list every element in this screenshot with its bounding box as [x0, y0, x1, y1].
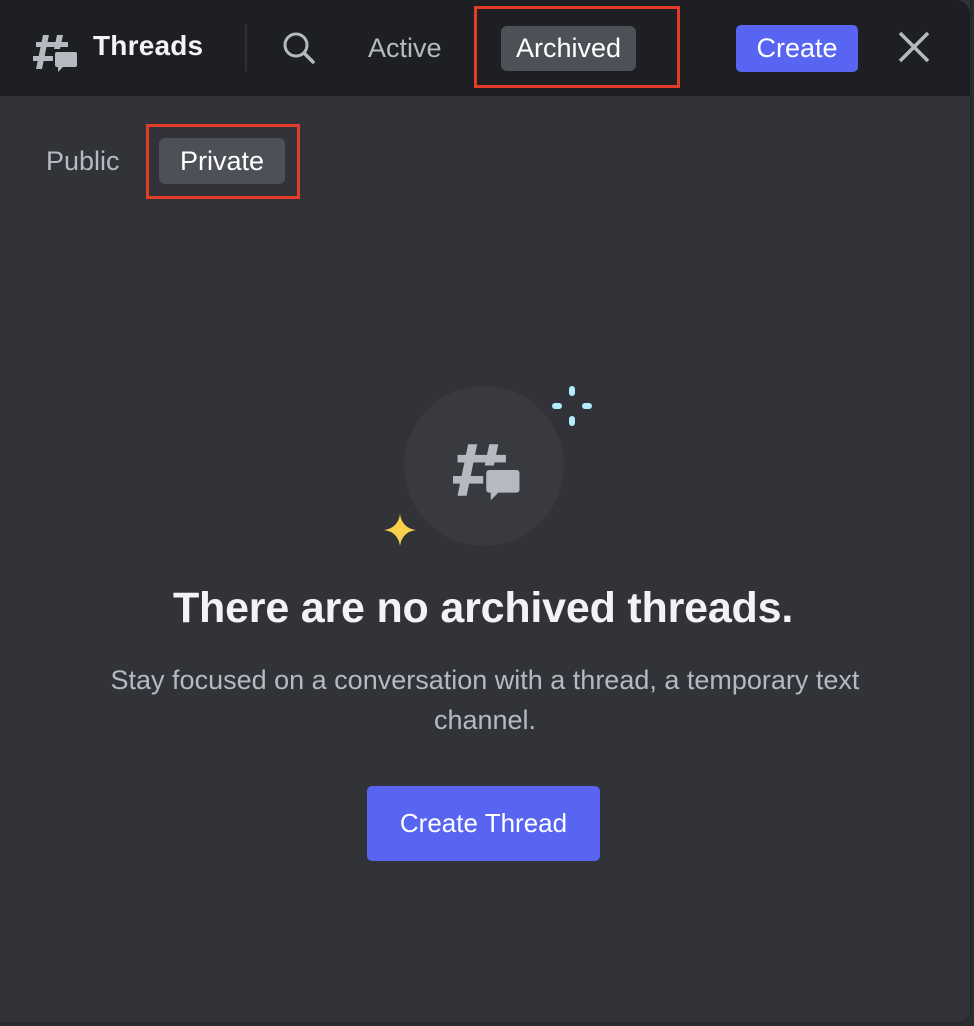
threads-panel: Threads Active Archived Create Public Pr…	[0, 0, 972, 1024]
highlight-archived	[474, 6, 680, 88]
highlight-private	[146, 124, 300, 199]
search-icon[interactable]	[281, 30, 317, 66]
threads-icon	[33, 35, 77, 72]
close-icon[interactable]	[897, 30, 931, 64]
star-icon	[384, 514, 416, 546]
threads-header: Threads Active Archived Create	[0, 0, 970, 96]
create-button[interactable]: Create	[736, 25, 858, 72]
create-thread-button[interactable]: Create Thread	[367, 786, 600, 861]
subtab-public[interactable]: Public	[30, 138, 136, 184]
sparkle-icon	[552, 386, 592, 426]
empty-state-description: Stay focused on a conversation with a th…	[110, 665, 860, 735]
threads-icon	[453, 444, 520, 501]
page-title: Threads	[93, 30, 204, 61]
empty-state-title: There are no archived threads.	[172, 584, 794, 632]
tab-active[interactable]: Active	[353, 26, 457, 71]
header-divider	[245, 24, 247, 71]
